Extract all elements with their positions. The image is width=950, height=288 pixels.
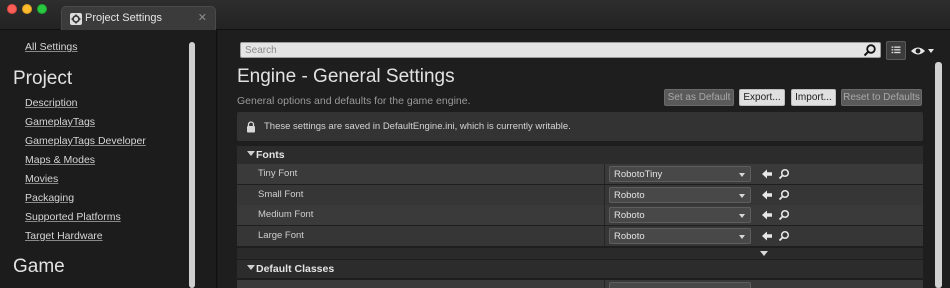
font-combo-box[interactable]: Roboto: [609, 228, 751, 244]
sidebar-item-target-hardware[interactable]: Target Hardware: [25, 230, 103, 242]
browse-search-icon[interactable]: [778, 209, 790, 221]
reset-to-defaults-button[interactable]: Reset to Defaults: [841, 89, 922, 106]
collapse-arrow-icon[interactable]: [247, 265, 255, 270]
property-row-large-font: Large Font Roboto: [237, 226, 923, 246]
settings-sidebar: All Settings Project Description Gamepla…: [0, 30, 217, 288]
column-divider[interactable]: [604, 164, 605, 184]
page-title: Engine - General Settings: [237, 66, 455, 87]
tab-close-icon[interactable]: ✕: [198, 11, 207, 24]
combo-value: Roboto: [614, 210, 645, 221]
font-combo-box[interactable]: Roboto: [609, 187, 751, 203]
column-divider[interactable]: [604, 205, 605, 225]
notice-text: These settings are saved in DefaultEngin…: [264, 121, 571, 132]
chevron-down-icon: [760, 251, 768, 256]
import-button[interactable]: Import...: [791, 89, 836, 106]
browse-search-icon[interactable]: [778, 168, 790, 180]
sidebar-item-all-settings[interactable]: All Settings: [25, 41, 78, 53]
lock-icon: [247, 121, 255, 133]
category-label: Fonts: [256, 149, 285, 161]
sidebar-section-game: Game: [13, 256, 65, 277]
column-divider[interactable]: [604, 280, 605, 288]
sidebar-scrollbar[interactable]: [189, 42, 195, 288]
sidebar-item-packaging[interactable]: Packaging: [25, 192, 74, 204]
search-input[interactable]: [245, 43, 855, 57]
use-selected-arrow-icon[interactable]: [761, 230, 773, 242]
property-row-medium-font: Medium Font Roboto: [237, 205, 923, 225]
sidebar-item-gameplaytags[interactable]: GameplayTags: [25, 116, 95, 128]
sidebar-item-maps-modes[interactable]: Maps & Modes: [25, 154, 95, 166]
category-default-classes-header[interactable]: Default Classes: [237, 260, 923, 278]
combo-value: RobotoTiny: [614, 169, 663, 180]
chevron-down-icon: [739, 214, 745, 218]
property-label: Medium Font: [258, 209, 314, 220]
class-combo-box[interactable]: [609, 282, 751, 288]
config-notice: These settings are saved in DefaultEngin…: [237, 112, 923, 141]
sidebar-item-gameplaytags-developer[interactable]: GameplayTags Developer: [25, 135, 146, 147]
tab-project-settings[interactable]: Project Settings ✕: [61, 6, 216, 30]
category-label: Default Classes: [256, 263, 335, 275]
eye-icon[interactable]: [910, 44, 936, 58]
sidebar-section-project: Project: [13, 68, 73, 89]
column-divider[interactable]: [604, 185, 605, 205]
advanced-expander[interactable]: [237, 248, 923, 259]
gear-icon: [70, 13, 82, 25]
main-scrollbar[interactable]: [935, 62, 942, 288]
font-combo-box[interactable]: RobotoTiny: [609, 166, 751, 182]
column-divider[interactable]: [604, 226, 605, 246]
property-label: Large Font: [258, 230, 304, 241]
use-selected-arrow-icon[interactable]: [761, 189, 773, 201]
set-as-default-button[interactable]: Set as Default: [664, 89, 734, 106]
use-selected-arrow-icon[interactable]: [761, 168, 773, 180]
property-row-tiny-font: Tiny Font RobotoTiny: [237, 164, 923, 184]
window-zoom-button[interactable]: [37, 4, 47, 14]
combo-value: Roboto: [614, 231, 645, 242]
property-label: Tiny Font: [258, 168, 298, 179]
sidebar-item-supported-platforms[interactable]: Supported Platforms: [25, 211, 121, 223]
browse-search-icon[interactable]: [778, 230, 790, 242]
use-selected-arrow-icon[interactable]: [761, 209, 773, 221]
sidebar-item-description[interactable]: Description: [25, 97, 78, 109]
chevron-down-icon: [739, 173, 745, 177]
window-close-button[interactable]: [7, 4, 17, 14]
property-row-small-font: Small Font Roboto: [237, 185, 923, 205]
tab-title: Project Settings: [85, 12, 163, 24]
font-combo-box[interactable]: Roboto: [609, 207, 751, 223]
export-button[interactable]: Export...: [739, 89, 785, 106]
chevron-down-icon: [739, 235, 745, 239]
collapse-arrow-icon[interactable]: [247, 151, 255, 156]
chevron-down-icon: [739, 194, 745, 198]
sidebar-item-movies[interactable]: Movies: [25, 173, 58, 185]
settings-main-panel: Engine - General Settings General option…: [218, 30, 950, 288]
search-icon[interactable]: [863, 44, 877, 57]
combo-value: Roboto: [614, 190, 645, 201]
property-row-partial: [237, 280, 923, 288]
property-label: Small Font: [258, 189, 304, 200]
search-box[interactable]: [240, 42, 881, 58]
list-view-icon: [891, 46, 901, 54]
view-options-button[interactable]: [886, 41, 906, 60]
category-fonts-header[interactable]: Fonts: [237, 146, 923, 164]
page-subtitle: General options and defaults for the gam…: [237, 95, 471, 107]
window-titlebar: Project Settings ✕: [0, 0, 950, 30]
window-minimize-button[interactable]: [22, 4, 32, 14]
browse-search-icon[interactable]: [778, 189, 790, 201]
